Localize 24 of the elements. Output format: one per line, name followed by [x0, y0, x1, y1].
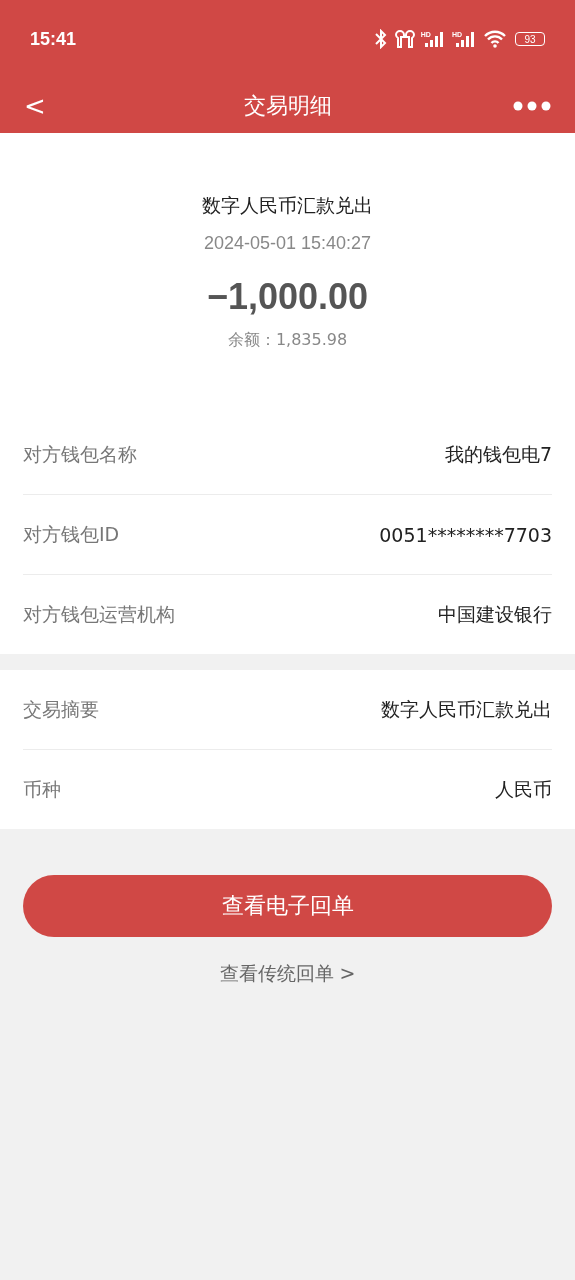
earbuds-icon	[393, 29, 416, 49]
wifi-icon	[483, 30, 507, 48]
transaction-time: 2024-05-01 15:40:27	[203, 233, 372, 254]
back-button[interactable]: <	[24, 90, 46, 121]
transaction-amount: −1,000.00	[206, 276, 369, 318]
detail-value: 0051********7703	[379, 523, 552, 546]
status-time: 15:41	[30, 28, 77, 50]
detail-value: 人民币	[495, 776, 552, 802]
detail-value: 中国建设银行	[438, 601, 552, 627]
battery-icon: 93	[515, 32, 545, 46]
detail-label: 对方钱包ID	[23, 521, 120, 547]
detail-value: 数字人民币汇款兑出	[381, 696, 552, 722]
balance-text: 余额：1,835.98	[227, 330, 348, 351]
transaction-type: 数字人民币汇款兑出	[202, 193, 373, 218]
more-icon[interactable]	[513, 100, 551, 111]
bluetooth-icon	[372, 29, 389, 49]
receipt-link[interactable]: 查看传统回单 >	[217, 959, 358, 989]
detail-label: 对方钱包名称	[23, 441, 137, 467]
page-title: 交易明细	[243, 91, 332, 120]
detail-label: 交易摘要	[23, 696, 99, 722]
detail-value: 我的钱包电7	[444, 441, 552, 467]
detail-label: 对方钱包运营机构	[23, 601, 175, 627]
detail-label: 币种	[23, 776, 61, 802]
receipt-button[interactable]: 查看电子回单	[23, 875, 552, 937]
